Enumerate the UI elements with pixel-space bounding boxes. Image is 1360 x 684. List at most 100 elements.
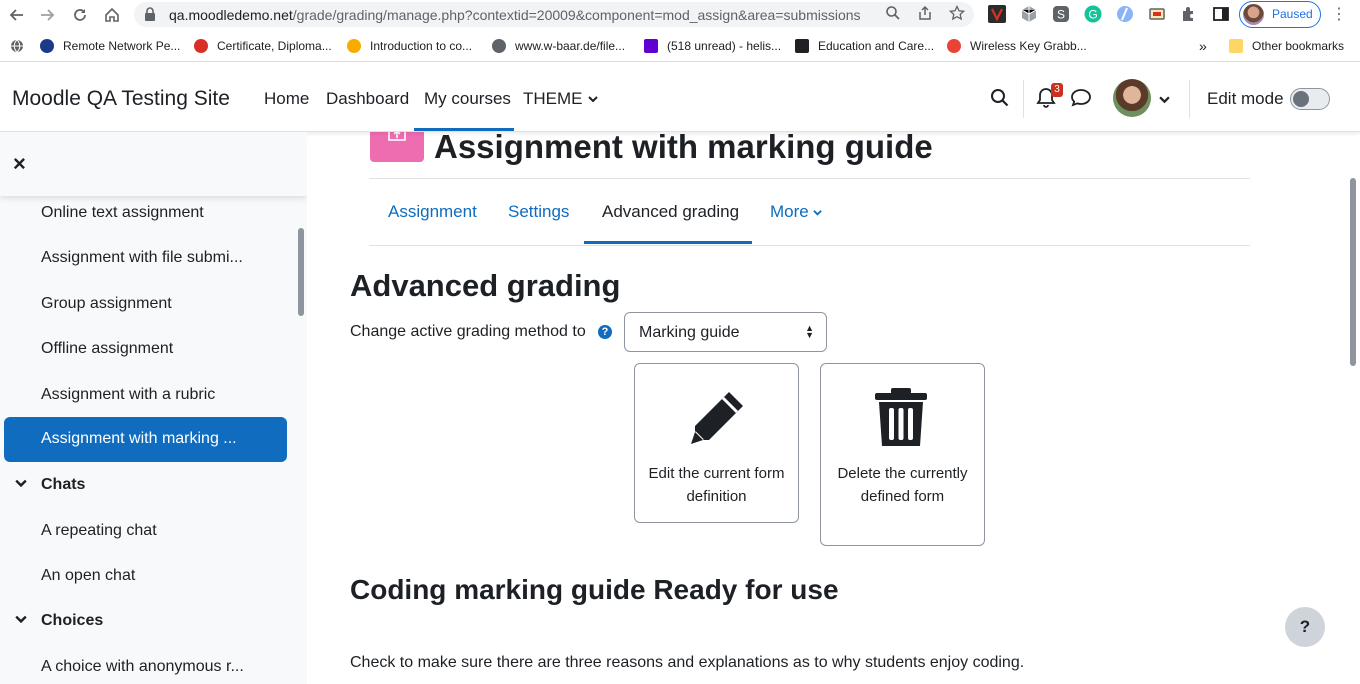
bookmark-item[interactable]: Introduction to co...: [347, 38, 472, 54]
zoom-icon[interactable]: [884, 4, 902, 22]
section-title: Chats: [41, 476, 86, 493]
section-title: Choices: [41, 612, 104, 629]
edit-form-button[interactable]: Edit the current form definition: [634, 363, 799, 523]
course-index-item[interactable]: A repeating chat: [41, 522, 157, 540]
divider: [369, 178, 1250, 179]
grammarly-icon[interactable]: G: [1084, 5, 1102, 23]
nav-my-courses[interactable]: My courses: [424, 89, 511, 109]
course-index-item[interactable]: An open chat: [41, 567, 135, 585]
nav-home[interactable]: Home: [264, 89, 309, 109]
select-value: Marking guide: [639, 324, 740, 341]
trash-icon: [875, 388, 927, 446]
tab-assignment[interactable]: Assignment: [388, 202, 477, 222]
tab-advanced-grading[interactable]: Advanced grading: [602, 202, 739, 222]
select-arrows-icon: ▲ ▼: [805, 323, 814, 340]
active-tab-indicator: [584, 241, 752, 244]
advanced-grading-heading: Advanced grading: [350, 268, 621, 303]
page-scrollbar[interactable]: [1350, 178, 1356, 366]
bookmark-item[interactable]: Remote Network Pe...: [40, 38, 180, 54]
profile-button[interactable]: Paused: [1239, 1, 1321, 28]
bookmark-favicon: [947, 39, 961, 53]
back-icon[interactable]: [4, 3, 28, 27]
browser-menu-icon[interactable]: ⋮: [1331, 4, 1347, 24]
share-icon[interactable]: [916, 4, 934, 22]
chat-icon[interactable]: [1070, 88, 1092, 113]
extensions-puzzle-icon[interactable]: [1180, 5, 1198, 23]
toggle-knob: [1293, 91, 1309, 107]
bookmark-item[interactable]: Certificate, Diploma...: [194, 38, 332, 54]
assignment-icon: [370, 132, 424, 162]
course-index-item[interactable]: A choice with anonymous r...: [41, 658, 244, 676]
url-text: qa.moodledemo.net/grade/grading/manage.p…: [169, 7, 861, 23]
close-icon[interactable]: ×: [13, 151, 26, 177]
svg-text:G: G: [1088, 8, 1097, 22]
chevron-down-icon: [15, 612, 33, 630]
course-index-item[interactable]: Online text assignment: [41, 204, 204, 222]
tab-more-label: More: [770, 202, 809, 221]
reload-icon[interactable]: [68, 3, 92, 27]
bookmark-star-icon[interactable]: [948, 4, 966, 22]
extension-icon[interactable]: [1116, 5, 1134, 23]
grading-method-select[interactable]: Marking guide ▲ ▼: [624, 312, 827, 352]
extension-icon[interactable]: [1148, 5, 1166, 23]
forward-icon[interactable]: [36, 3, 60, 27]
marking-guide-description: Check to make sure there are three reaso…: [350, 654, 1025, 671]
drawer-header: ×: [0, 132, 307, 196]
section-chats[interactable]: Chats: [15, 476, 85, 494]
nav-theme-label: THEME: [523, 89, 583, 108]
marking-guide-heading: Coding marking guide Ready for use: [350, 574, 839, 605]
nav-active-indicator: [414, 128, 514, 131]
drawer-scrollbar[interactable]: [298, 228, 304, 316]
home-icon[interactable]: [100, 3, 124, 27]
help-button[interactable]: ?: [1285, 607, 1325, 647]
course-index-item[interactable]: Assignment with a rubric: [41, 386, 215, 404]
svg-text:S: S: [1057, 8, 1065, 22]
avatar[interactable]: [1113, 79, 1151, 117]
course-index-drawer: × Online text assignment Assignment with…: [0, 132, 307, 684]
nav-dashboard[interactable]: Dashboard: [326, 89, 409, 109]
bookmark-item[interactable]: (518 unread) - helis...: [644, 38, 781, 54]
page-title: Assignment with marking guide: [434, 132, 933, 165]
divider: [1023, 80, 1024, 118]
course-index-item-active[interactable]: Assignment with marking ...: [4, 417, 287, 462]
side-panel-icon[interactable]: [1212, 5, 1230, 23]
bookmark-item[interactable]: Education and Care...: [795, 38, 934, 54]
bookmark-favicon: [795, 39, 809, 53]
tab-more[interactable]: More: [770, 202, 823, 222]
tab-settings[interactable]: Settings: [508, 202, 569, 222]
extension-icon[interactable]: S: [1052, 5, 1070, 23]
bookmark-item[interactable]: www.w-baar.de/file...: [492, 38, 625, 54]
address-bar[interactable]: qa.moodledemo.net/grade/grading/manage.p…: [134, 2, 974, 27]
site-name[interactable]: Moodle QA Testing Site: [12, 87, 230, 111]
extension-icon[interactable]: [1020, 5, 1038, 23]
bookmarks-overflow[interactable]: »: [1199, 38, 1207, 54]
main-region: Assignment with marking guide Assignment…: [307, 132, 1360, 684]
profile-avatar: [1243, 4, 1264, 25]
chevron-down-icon: [15, 476, 33, 494]
course-index-item[interactable]: Assignment with file submi...: [41, 249, 243, 267]
apps-icon[interactable]: [10, 38, 24, 54]
chevron-down-icon: [588, 96, 598, 103]
bookmark-favicon: [40, 39, 54, 53]
section-choices[interactable]: Choices: [15, 612, 103, 630]
folder-icon: [1229, 39, 1243, 53]
delete-form-label: Delete the currently defined form: [837, 465, 968, 505]
delete-form-button[interactable]: Delete the currently defined form: [820, 363, 985, 546]
lock-icon: [144, 7, 156, 21]
chevron-down-icon[interactable]: [1159, 92, 1170, 110]
help-icon[interactable]: ?: [598, 325, 612, 339]
notification-badge: 3: [1051, 83, 1063, 97]
pencil-icon: [691, 392, 743, 444]
edit-form-label: Edit the current form definition: [648, 465, 785, 505]
edit-mode-toggle[interactable]: [1290, 88, 1330, 110]
extension-icon[interactable]: [988, 5, 1006, 23]
bookmark-item[interactable]: Wireless Key Grabb...: [947, 38, 1087, 54]
change-method-label: Change active grading method to: [350, 323, 586, 340]
course-index-item[interactable]: Offline assignment: [41, 340, 173, 358]
bookmark-favicon: [492, 39, 506, 53]
nav-theme[interactable]: THEME: [523, 89, 598, 109]
bookmark-favicon: [644, 39, 658, 53]
course-index-item[interactable]: Group assignment: [41, 295, 172, 313]
other-bookmarks[interactable]: Other bookmarks: [1229, 38, 1344, 54]
search-icon[interactable]: [990, 88, 1010, 113]
